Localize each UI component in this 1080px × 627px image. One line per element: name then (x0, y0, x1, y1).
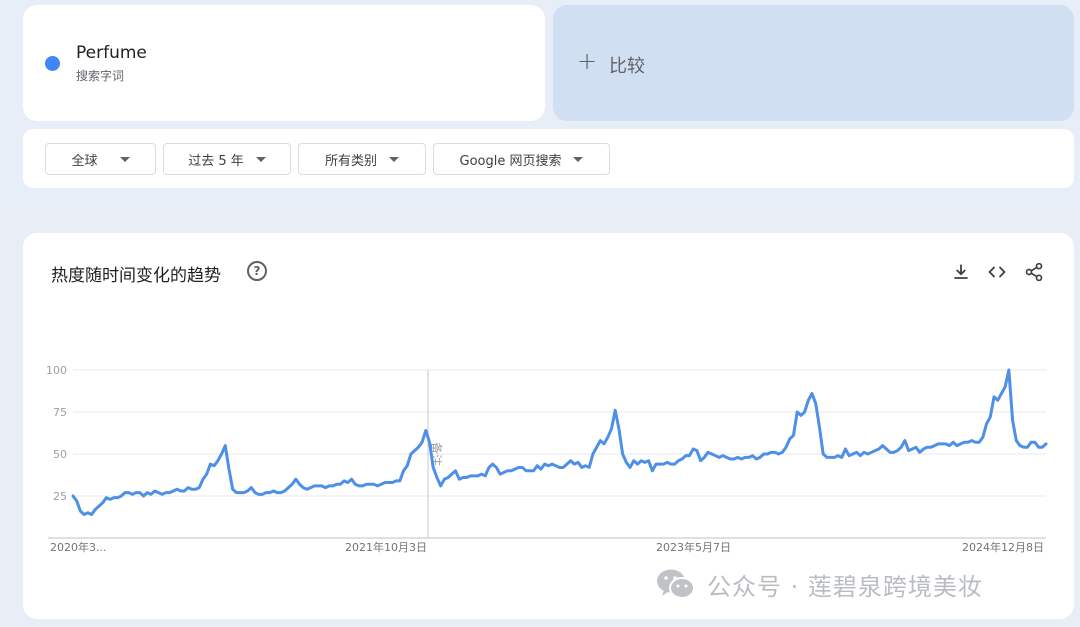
time-range-filter-dropdown[interactable]: 过去 5 年 (163, 143, 291, 175)
chart-title: 热度随时间变化的趋势 (51, 266, 221, 286)
region-filter-dropdown[interactable]: 全球 (45, 143, 156, 175)
watermark: 公众号 · 莲碧泉跨境美妆 (655, 566, 983, 602)
compare-label: 比较 (609, 56, 645, 77)
caret-down-icon (255, 156, 266, 162)
category-filter-label: 所有类别 (324, 153, 377, 169)
filter-bar: 全球 过去 5 年 所有类别 Google 网页搜索 (23, 129, 1074, 188)
region-filter-label: 全球 (71, 153, 98, 169)
question-mark-icon[interactable]: ? (247, 261, 267, 281)
search-type-filter-label: Google 网页搜索 (459, 153, 562, 169)
download-icon[interactable] (950, 261, 972, 283)
embed-code-icon[interactable] (986, 261, 1008, 283)
watermark-text: 公众号 · 莲碧泉跨境美妆 (707, 572, 983, 601)
series-color-dot (45, 56, 60, 71)
interest-over-time-card: 热度随时间变化的趋势 ? (23, 233, 1074, 619)
search-term-name: Perfume (76, 43, 147, 63)
share-icon[interactable] (1023, 261, 1045, 283)
search-term-card[interactable]: Perfume 搜索字词 (23, 5, 545, 121)
category-filter-dropdown[interactable]: 所有类别 (298, 143, 426, 175)
compare-button[interactable]: + 比较 (553, 5, 1074, 121)
search-term-type: 搜索字词 (76, 69, 125, 83)
caret-down-icon (573, 156, 584, 162)
time-range-filter-label: 过去 5 年 (188, 153, 244, 169)
caret-down-icon (119, 156, 130, 162)
plus-icon: + (577, 47, 598, 75)
search-type-filter-dropdown[interactable]: Google 网页搜索 (433, 143, 610, 175)
wechat-icon (657, 569, 695, 599)
caret-down-icon (389, 156, 399, 162)
